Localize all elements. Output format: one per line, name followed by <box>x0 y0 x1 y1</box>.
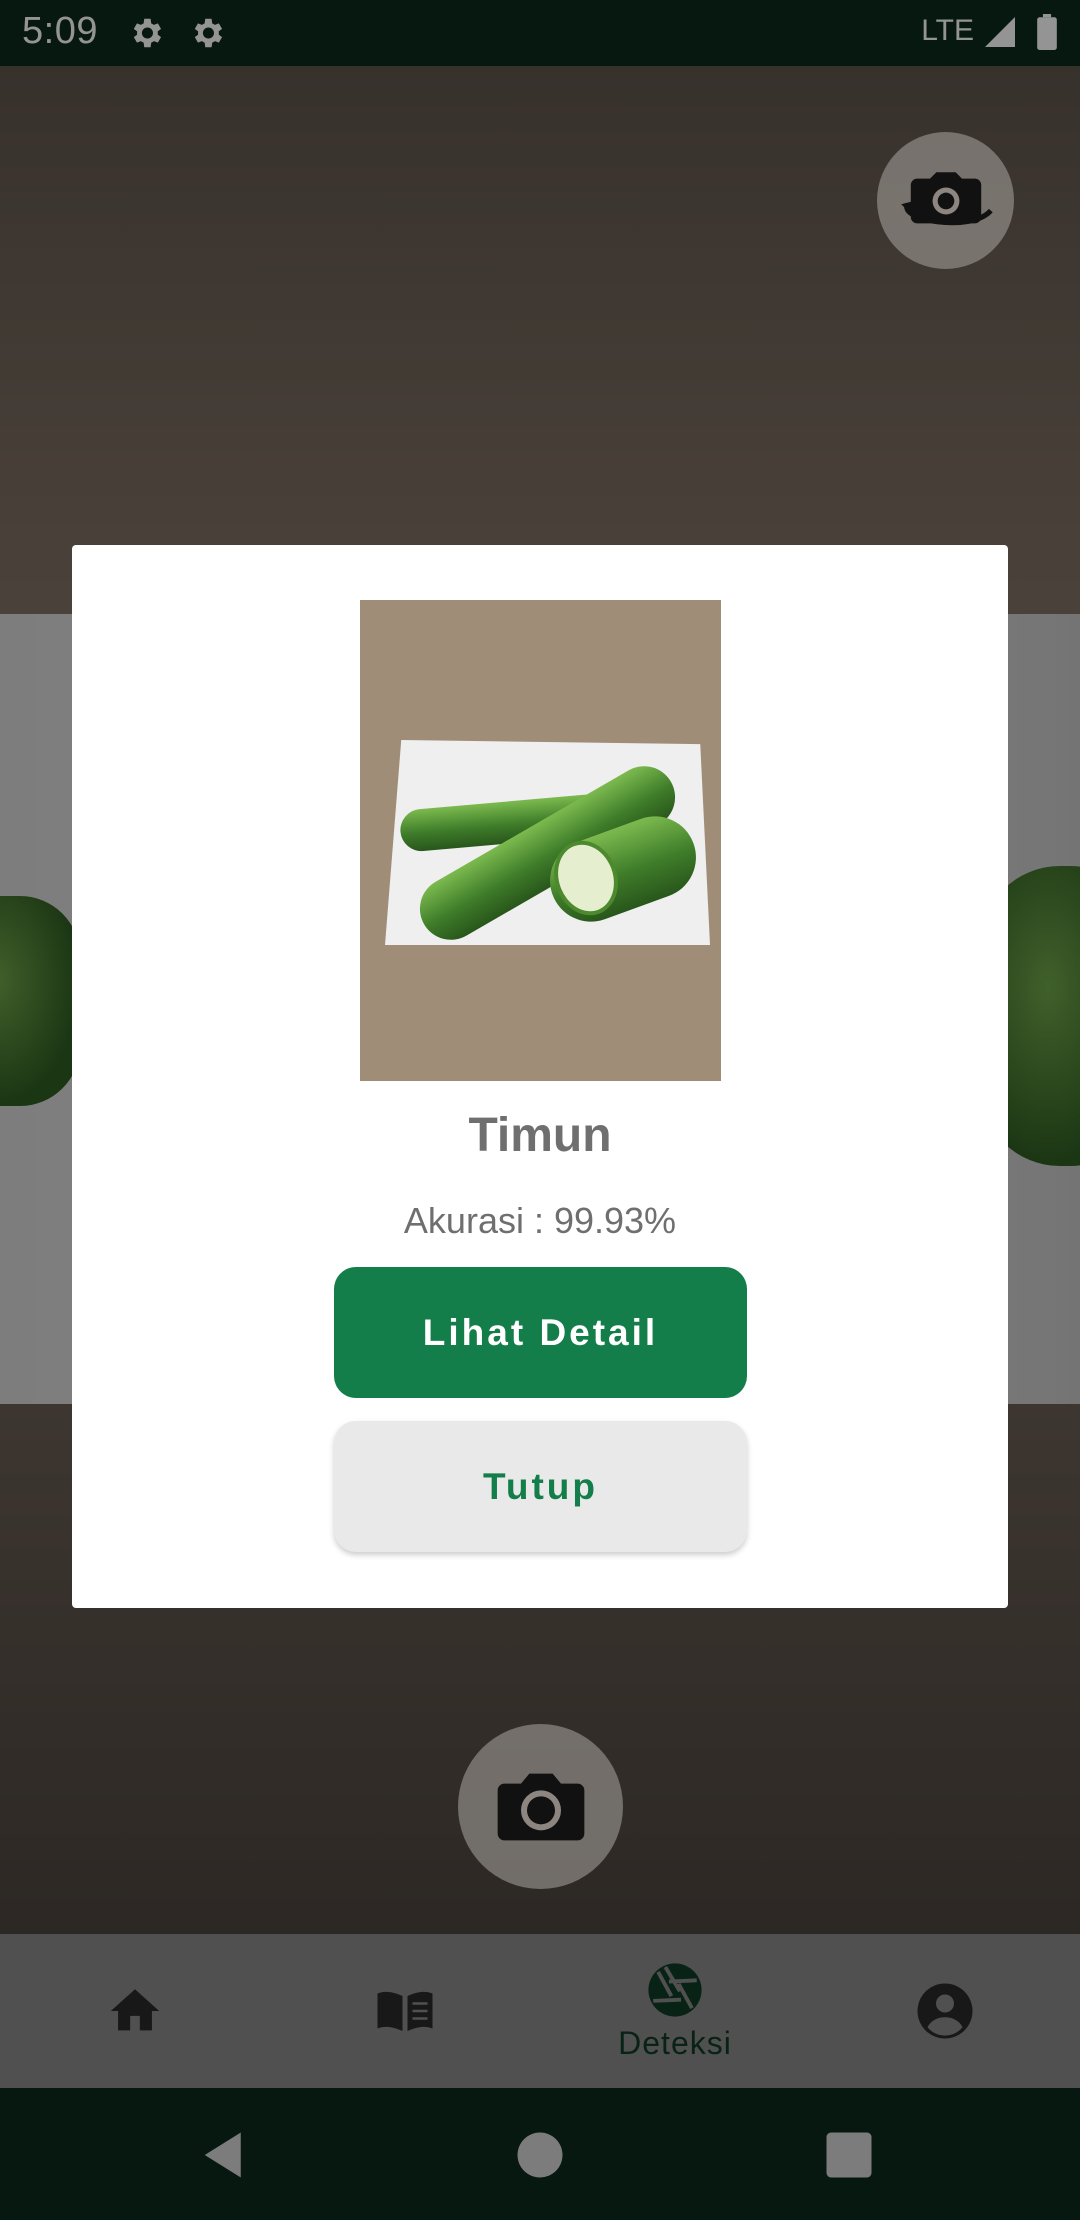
result-name: Timun <box>468 1109 612 1162</box>
close-button[interactable]: Tutup <box>334 1421 747 1552</box>
camera-switch-icon <box>900 171 993 225</box>
view-detail-button[interactable]: Lihat Detail <box>334 1267 747 1398</box>
camera-icon <box>497 1773 584 1840</box>
result-photo <box>360 600 721 1081</box>
result-accuracy: Akurasi : 99.93% <box>403 1200 677 1241</box>
result-dialog: Timun Akurasi : 99.93% Lihat Detail Tutu… <box>72 545 1008 1608</box>
capture-button[interactable] <box>458 1724 623 1889</box>
switch-camera-button[interactable] <box>877 132 1014 269</box>
